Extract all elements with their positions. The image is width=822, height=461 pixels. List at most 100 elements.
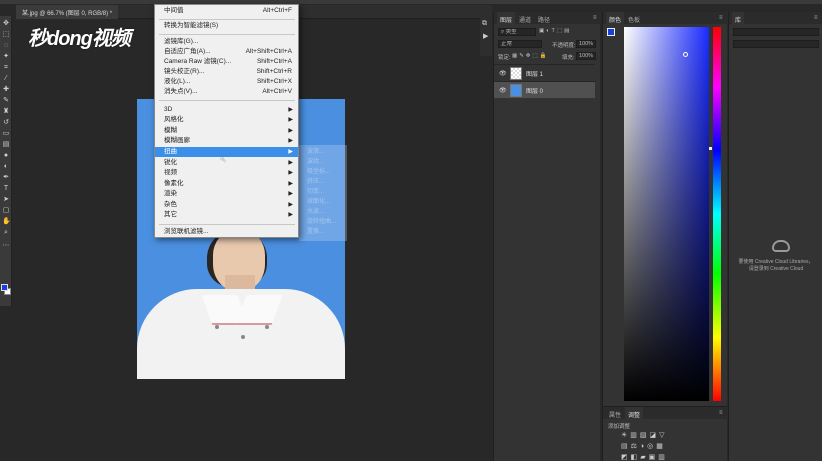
color-picker-ring[interactable] bbox=[683, 52, 688, 57]
fill-input[interactable]: 100% bbox=[576, 52, 596, 60]
menu-item-label: 滤镜库(G)... bbox=[164, 38, 199, 45]
menu-separator bbox=[159, 100, 295, 101]
hue-slider[interactable] bbox=[713, 27, 721, 401]
submenu-item[interactable]: 水波... bbox=[307, 207, 347, 217]
visibility-eye-icon[interactable]: 👁 bbox=[499, 70, 507, 77]
menu-item-label: 模糊 bbox=[164, 127, 177, 134]
tab-swatches[interactable]: 色板 bbox=[625, 12, 643, 24]
tab-channels[interactable]: 通道 bbox=[516, 12, 534, 24]
submenu-item[interactable]: 极坐标... bbox=[307, 167, 347, 177]
opacity-input[interactable]: 100% bbox=[576, 40, 596, 48]
foreground-color-swatch[interactable] bbox=[1, 284, 8, 291]
zoom-tool-icon[interactable]: ⌕ bbox=[2, 229, 10, 237]
submenu-item[interactable]: 波纹... bbox=[307, 157, 347, 167]
menu-item-adaptive-wide-angle[interactable]: 自适应广角(A)... Alt+Shift+Ctrl+A bbox=[155, 47, 298, 57]
menu-item-label: 锐化 bbox=[164, 159, 177, 166]
history-icon[interactable]: ⧉ bbox=[482, 20, 487, 28]
layer-filter-select[interactable]: ⌕ 类型 bbox=[498, 28, 536, 36]
layer-row[interactable]: 👁 图层 1 bbox=[494, 64, 595, 81]
submenu-item[interactable]: 置换... bbox=[307, 227, 347, 237]
menu-item-3d[interactable]: 3D ▶ bbox=[155, 105, 298, 115]
library-message-line1: 要使用 Creative Cloud Libraries， bbox=[738, 259, 814, 265]
filter-menu: 中间值 Alt+Ctrl+F 转换为智能滤镜(S) 滤镜库(G)... 自适应广… bbox=[154, 4, 299, 238]
brush-tool-icon[interactable]: ✎ bbox=[2, 97, 10, 105]
menu-item-filter-gallery[interactable]: 滤镜库(G)... bbox=[155, 37, 298, 47]
submenu-item[interactable]: 旋转扭曲... bbox=[307, 217, 347, 227]
white-shirt bbox=[137, 289, 345, 379]
menu-item-label: 模糊画廊 bbox=[164, 137, 190, 144]
history-brush-icon[interactable]: ↺ bbox=[2, 119, 10, 127]
hue-slider-marker[interactable] bbox=[709, 147, 712, 150]
menu-item-blur[interactable]: 模糊 ▶ bbox=[155, 126, 298, 136]
healing-tool-icon[interactable]: ✚ bbox=[2, 86, 10, 94]
more-tools-icon[interactable]: ⋯ bbox=[2, 242, 10, 250]
menu-item-label: 液化(L)... bbox=[164, 78, 191, 85]
shape-tool-icon[interactable]: ▢ bbox=[2, 207, 10, 215]
tab-paths[interactable]: 路径 bbox=[535, 12, 553, 24]
layer-row-selected[interactable]: 👁 图层 0 bbox=[494, 81, 595, 98]
marquee-tool-icon[interactable]: ⬚ bbox=[2, 31, 10, 39]
panel-menu-icon[interactable]: ≡ bbox=[716, 407, 726, 419]
library-select[interactable] bbox=[733, 28, 819, 36]
panel-menu-icon[interactable]: ≡ bbox=[590, 12, 600, 24]
lasso-tool-icon[interactable]: ◌ bbox=[2, 42, 10, 50]
type-tool-icon[interactable]: T bbox=[2, 185, 10, 193]
magic-wand-tool-icon[interactable]: ✦ bbox=[2, 53, 10, 61]
dodge-tool-icon[interactable]: ◐ bbox=[2, 163, 10, 171]
hand-tool-icon[interactable]: ✋ bbox=[2, 218, 11, 226]
panel-menu-icon[interactable]: ≡ bbox=[811, 12, 821, 24]
crop-tool-icon[interactable]: ⌗ bbox=[2, 64, 10, 72]
play-icon[interactable]: ▶ bbox=[483, 32, 488, 40]
color-picker-field[interactable] bbox=[624, 27, 709, 401]
layer-filter-icons[interactable]: ▣◐T⬚▤ bbox=[539, 28, 571, 34]
adjustment-icons-row-2[interactable]: ▤⚖◑◎▦ bbox=[621, 442, 666, 450]
tools-panel: ✥ ⬚ ◌ ✦ ⌗ ⁄ ✚ ✎ ♜ ↺ ▭ ▤ ● ◐ ✒ T ➤ ▢ ✋ ⌕ … bbox=[0, 16, 12, 306]
layer-thumbnail bbox=[510, 67, 522, 80]
tab-libraries[interactable]: 库 bbox=[732, 12, 745, 24]
path-select-icon[interactable]: ➤ bbox=[2, 196, 10, 204]
menu-item-label: 浏览联机滤镜... bbox=[164, 228, 209, 235]
distort-submenu: 波浪... 波纹... 极坐标... 挤压... 切变... 球面化... 水波… bbox=[299, 145, 347, 241]
submenu-item[interactable]: 波浪... bbox=[307, 147, 347, 157]
tab-layers[interactable]: 图层 bbox=[497, 12, 516, 24]
tab-properties[interactable]: 属性 bbox=[606, 407, 624, 419]
tab-color[interactable]: 颜色 bbox=[606, 12, 625, 24]
menu-item-pixelate[interactable]: 像素化 ▶ bbox=[155, 179, 298, 189]
submenu-arrow-icon: ▶ bbox=[288, 128, 293, 134]
menu-item-render[interactable]: 渲染 ▶ bbox=[155, 189, 298, 199]
blur-tool-icon[interactable]: ● bbox=[2, 152, 10, 160]
menu-item-lens-correction[interactable]: 镜头校正(R)... Shift+Ctrl+R bbox=[155, 67, 298, 77]
color-foreground-swatch[interactable] bbox=[607, 28, 615, 36]
submenu-item[interactable]: 球面化... bbox=[307, 197, 347, 207]
menu-item-video[interactable]: 视频 ▶ bbox=[155, 168, 298, 178]
menu-item-camera-raw[interactable]: Camera Raw 滤镜(C)... Shift+Ctrl+A bbox=[155, 57, 298, 67]
gradient-tool-icon[interactable]: ▤ bbox=[2, 141, 10, 149]
menu-item-vanishing-point[interactable]: 消失点(V)... Alt+Ctrl+V bbox=[155, 87, 298, 97]
menu-item-noise[interactable]: 杂色 ▶ bbox=[155, 200, 298, 210]
lock-icons[interactable]: ▦✎✥⬚🔒 bbox=[512, 53, 548, 59]
document-tab[interactable]: 某.jpg @ 66.7% (图层 0, RGB/8) * bbox=[16, 5, 119, 19]
pen-tool-icon[interactable]: ✒ bbox=[2, 174, 10, 182]
menu-item-other[interactable]: 其它 ▶ bbox=[155, 210, 298, 220]
menu-item-browse-online[interactable]: 浏览联机滤镜... bbox=[155, 227, 298, 237]
tab-adjustments[interactable]: 调整 bbox=[625, 407, 644, 419]
menu-item-median[interactable]: 中间值 Alt+Ctrl+F bbox=[155, 6, 298, 16]
menu-item-convert-smart-filter[interactable]: 转换为智能滤镜(S) bbox=[155, 21, 298, 31]
adjustment-icons-row-3[interactable]: ◩◧▰▣▥ bbox=[621, 453, 668, 461]
move-tool-icon[interactable]: ✥ bbox=[2, 20, 10, 28]
eraser-tool-icon[interactable]: ▭ bbox=[2, 130, 10, 138]
opacity-label: 不透明度: bbox=[552, 43, 576, 49]
stamp-tool-icon[interactable]: ♜ bbox=[2, 108, 10, 116]
library-search-input[interactable] bbox=[733, 40, 819, 48]
menu-item-blur-gallery[interactable]: 模糊画廊 ▶ bbox=[155, 136, 298, 146]
blend-mode-select[interactable]: 正常 bbox=[498, 40, 542, 48]
eyedropper-tool-icon[interactable]: ⁄ bbox=[2, 75, 10, 83]
panel-menu-icon[interactable]: ≡ bbox=[716, 12, 726, 24]
submenu-item[interactable]: 挤压... bbox=[307, 177, 347, 187]
menu-item-liquify[interactable]: 液化(L)... Shift+Ctrl+X bbox=[155, 77, 298, 87]
menu-item-label: 视频 bbox=[164, 169, 177, 176]
submenu-item[interactable]: 切变... bbox=[307, 187, 347, 197]
menu-item-stylize[interactable]: 风格化 ▶ bbox=[155, 115, 298, 125]
visibility-eye-icon[interactable]: 👁 bbox=[499, 87, 507, 94]
adjustment-icons-row-1[interactable]: ☀▥▨◪▽ bbox=[621, 431, 668, 439]
